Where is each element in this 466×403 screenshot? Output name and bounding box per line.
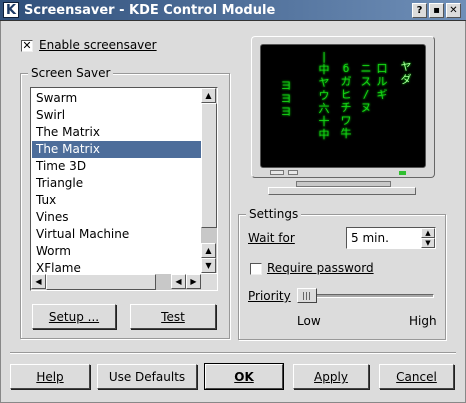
enable-screensaver-checkbox[interactable]: ✕ xyxy=(21,40,33,52)
list-horizontal-scrollbar[interactable]: ◀ ◀ ▶ xyxy=(31,274,201,290)
use-defaults-button[interactable]: Use Defaults xyxy=(97,364,197,389)
list-item[interactable]: Worm xyxy=(32,243,201,260)
vertical-scroll-thumb[interactable] xyxy=(201,103,217,228)
matrix-glyph-column: бガヒチワ牛 xyxy=(340,62,352,140)
close-window-button[interactable]: ✕ xyxy=(446,3,461,18)
settings-group-title: Settings xyxy=(246,207,302,221)
list-item[interactable]: Tux xyxy=(32,192,201,209)
horizontal-scroll-thumb[interactable] xyxy=(46,274,156,290)
test-button-label: Test xyxy=(161,310,185,324)
enable-screensaver-label[interactable]: Enable screensaver xyxy=(39,38,157,53)
preview-screen: ヨヨヨ | 中ヤウ六十中 бガヒチワ牛 ニス / ヌ 口ルギ ヤダ xyxy=(260,44,426,168)
priority-high-label: High xyxy=(409,314,437,328)
window-title: Screensaver - KDE Control Module xyxy=(24,3,276,18)
matrix-glyph-column: | 中ヤウ六十中 xyxy=(318,50,330,141)
list-item[interactable]: Swarm xyxy=(32,90,201,107)
list-item[interactable]: Triangle xyxy=(32,175,201,192)
list-item[interactable]: The Matrix xyxy=(32,124,201,141)
priority-low-label: Low xyxy=(297,314,321,328)
help-button[interactable]: Help xyxy=(10,364,90,389)
matrix-glyph-column: 口ルギ xyxy=(376,62,388,101)
scroll-right-arrow-icon[interactable]: ▶ xyxy=(186,274,201,289)
ok-button[interactable]: OK xyxy=(204,363,284,390)
help-title-button[interactable]: ? xyxy=(412,3,427,18)
test-button[interactable]: Test xyxy=(130,304,216,329)
priority-slider-track[interactable] xyxy=(302,294,434,298)
spin-up-arrow-icon[interactable]: ▲ xyxy=(421,228,435,238)
help-button-label: Help xyxy=(36,370,64,384)
grip-line xyxy=(303,292,304,300)
spin-down-arrow-icon[interactable]: ▼ xyxy=(421,238,435,248)
wait-for-label: Wait for xyxy=(248,231,295,246)
grip-line xyxy=(306,292,307,300)
enable-screensaver-text: Enable screensaver xyxy=(39,38,157,52)
cancel-button-label: Cancel xyxy=(396,370,437,384)
list-vertical-scrollbar[interactable]: ▲ ▲ ▼ xyxy=(201,88,217,273)
ok-button-label: OK xyxy=(234,370,254,384)
monitor-button-icon xyxy=(270,170,284,175)
wait-for-spinbox[interactable]: 5 min. ▲ ▼ xyxy=(346,227,436,249)
apply-button[interactable]: Apply xyxy=(293,364,369,389)
list-item[interactable]: Swirl xyxy=(32,107,201,124)
use-defaults-button-label: Use Defaults xyxy=(108,370,186,384)
monitor-base xyxy=(268,187,416,195)
power-led-icon xyxy=(399,171,406,175)
minimize-button[interactable]: ▪ xyxy=(429,3,444,18)
list-item[interactable]: Virtual Machine xyxy=(32,226,201,243)
matrix-glyph-column: ヤダ xyxy=(400,60,412,86)
grip-line xyxy=(309,292,310,300)
list-item[interactable]: The Matrix xyxy=(32,141,201,158)
require-password-text: Require password xyxy=(267,261,374,275)
matrix-glyph-column: ニス / ヌ xyxy=(360,62,372,114)
list-item[interactable]: Vines xyxy=(32,209,201,226)
scrollbar-corner xyxy=(201,274,217,290)
scroll-left-arrow-lower-icon[interactable]: ◀ xyxy=(171,274,186,289)
kde-app-icon[interactable]: K xyxy=(3,2,19,18)
wait-for-text: Wait for xyxy=(248,231,295,245)
matrix-glyph-column: ヨヨヨ xyxy=(280,79,292,118)
screensaver-list-items: Swarm Swirl The Matrix The Matrix Time 3D Tri… xyxy=(32,90,201,277)
scroll-left-arrow-icon[interactable]: ◀ xyxy=(31,274,46,289)
screensaver-list[interactable]: Swarm Swirl The Matrix The Matrix Time 3D Tri… xyxy=(30,87,218,291)
require-password-label[interactable]: Require password xyxy=(267,261,374,276)
screen-saver-group-title: Screen Saver xyxy=(28,66,114,80)
list-item[interactable]: Time 3D xyxy=(32,158,201,175)
setup-button-label: Setup ... xyxy=(48,310,100,324)
priority-label: Priority xyxy=(248,289,291,304)
footer-separator xyxy=(10,352,456,354)
require-password-checkbox[interactable] xyxy=(250,263,262,275)
scroll-up-arrow-lower-icon[interactable]: ▲ xyxy=(201,243,216,258)
wait-for-value[interactable]: 5 min. xyxy=(351,230,389,246)
priority-slider-handle[interactable] xyxy=(297,288,317,303)
priority-text: Priority xyxy=(248,289,291,303)
setup-button[interactable]: Setup ... xyxy=(32,304,116,329)
scroll-down-arrow-icon[interactable]: ▼ xyxy=(201,258,216,273)
title-bar[interactable]: K Screensaver - KDE Control Module ? ▪ ✕ xyxy=(0,0,466,21)
scroll-up-arrow-icon[interactable]: ▲ xyxy=(201,88,216,103)
cancel-button[interactable]: Cancel xyxy=(379,364,454,389)
apply-button-label: Apply xyxy=(314,370,348,384)
monitor-button-icon xyxy=(288,170,298,175)
